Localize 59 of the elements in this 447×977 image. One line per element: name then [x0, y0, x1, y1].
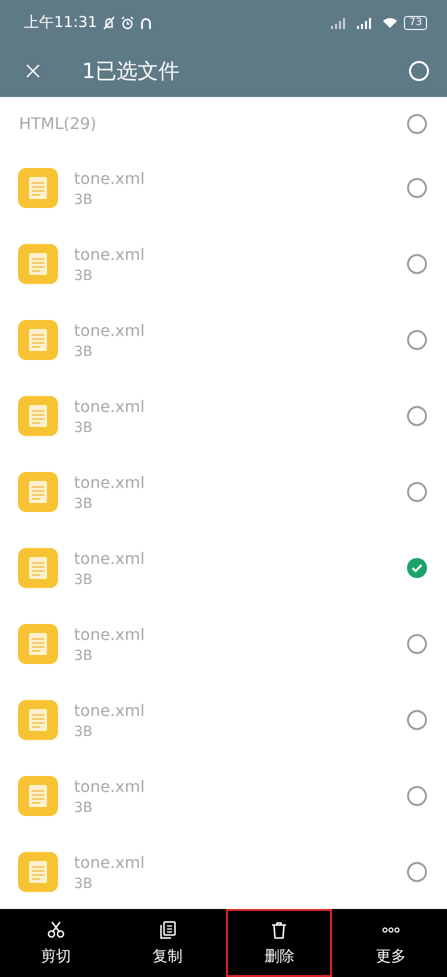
select-circle[interactable] — [407, 482, 427, 502]
file-size: 3B — [74, 268, 94, 284]
file-size: 3B — [74, 344, 94, 360]
select-circle[interactable] — [407, 114, 427, 134]
file-size: 3B — [74, 572, 94, 588]
action-button[interactable]: 更多 — [338, 909, 444, 977]
document-icon — [18, 396, 58, 436]
file-name: tone.xml — [74, 700, 145, 720]
select-circle[interactable] — [407, 862, 427, 882]
alarm-icon — [121, 16, 134, 30]
trash-icon — [270, 920, 288, 938]
file-size: 3B — [74, 648, 94, 664]
document-icon — [18, 548, 58, 588]
bell-off-icon — [103, 16, 116, 30]
action-button[interactable]: 剪切 — [2, 909, 109, 977]
file-name: tone.xml — [74, 624, 145, 644]
file-name: tone.xml — [74, 396, 145, 416]
select-circle[interactable] — [407, 634, 427, 654]
close-button[interactable] — [24, 62, 42, 80]
select-circle[interactable] — [407, 178, 427, 198]
select-all-toggle[interactable] — [409, 61, 429, 81]
document-icon — [18, 472, 58, 512]
select-circle[interactable] — [407, 710, 427, 730]
file-size: 3B — [74, 420, 94, 436]
file-size: 3B — [74, 724, 94, 740]
action-button[interactable]: 复制 — [114, 909, 221, 977]
file-name: tone.xml — [74, 320, 145, 340]
more-icon — [382, 926, 400, 932]
file-name: tone.xml — [74, 776, 145, 796]
scissors-icon — [46, 920, 65, 938]
file-name: tone.xml — [74, 548, 145, 568]
file-size: 3B — [74, 800, 94, 816]
selection-title: 1已选文件 — [82, 58, 180, 85]
battery-indicator: 73 — [404, 16, 427, 30]
document-icon — [18, 624, 58, 664]
file-size: 3B — [74, 496, 94, 512]
status-time: 上午11:31 — [24, 13, 98, 32]
file-name: tone.xml — [74, 168, 145, 188]
file-name: tone.xml — [74, 244, 145, 264]
document-icon — [18, 700, 58, 740]
copy-icon — [158, 920, 177, 938]
select-circle[interactable] — [407, 786, 427, 806]
document-icon — [18, 244, 58, 284]
file-size: 3B — [74, 192, 94, 208]
file-name: tone.xml — [74, 472, 145, 492]
select-circle[interactable] — [407, 406, 427, 426]
document-icon — [18, 852, 58, 892]
action-button[interactable]: 删除 — [226, 909, 332, 977]
document-icon — [18, 168, 58, 208]
select-circle[interactable] — [407, 254, 427, 274]
file-name: tone.xml — [74, 852, 145, 872]
headset-icon — [140, 16, 152, 30]
group-label: HTML(29) — [19, 114, 96, 133]
document-icon — [18, 776, 58, 816]
select-circle[interactable] — [407, 330, 427, 350]
document-icon — [18, 320, 58, 360]
wifi-icon — [382, 16, 398, 28]
file-size: 3B — [74, 876, 94, 892]
checked-icon[interactable] — [407, 558, 427, 578]
